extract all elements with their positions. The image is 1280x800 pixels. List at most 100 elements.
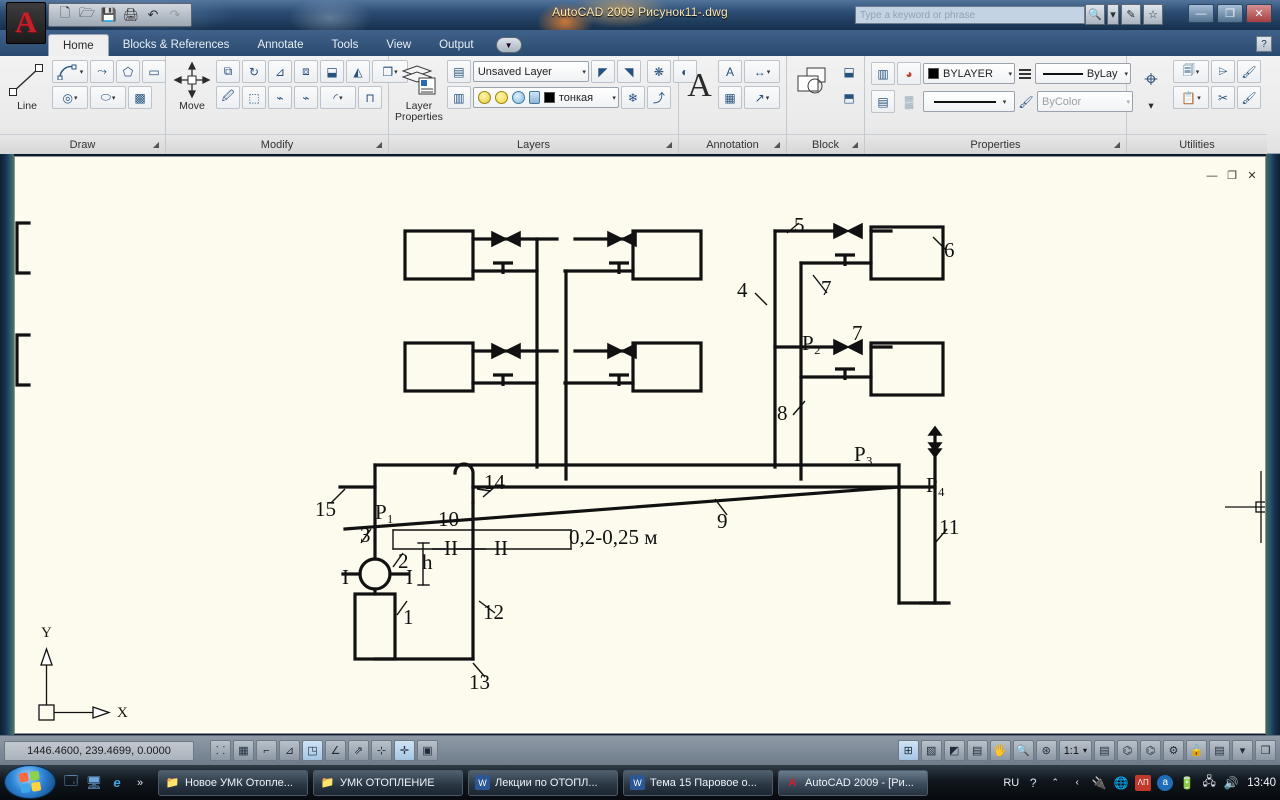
- grid-display-toggle[interactable]: ▦: [233, 740, 254, 761]
- print-icon[interactable]: 🖨: [121, 6, 141, 24]
- panel-title-layers[interactable]: Layers ◢: [389, 134, 678, 154]
- insert-block-button[interactable]: [793, 60, 833, 100]
- network-error-icon[interactable]: 🖧: [1201, 774, 1217, 791]
- sun-icon[interactable]: [494, 91, 508, 104]
- annotation-scale-combo[interactable]: 1:1 ▾: [1058, 740, 1092, 761]
- trim-icon[interactable]: ⊿: [268, 60, 292, 83]
- annotation-autoscale-icon[interactable]: ⌬: [1140, 740, 1161, 761]
- arc-icon[interactable]: ▾: [52, 60, 88, 83]
- infer-constraints-toggle[interactable]: ⸬: [210, 740, 231, 761]
- cut-icon[interactable]: ✂: [1211, 86, 1235, 109]
- internet-explorer-icon[interactable]: e: [108, 774, 126, 792]
- layer-previous-icon[interactable]: ▥: [446, 86, 471, 109]
- polar-tracking-toggle[interactable]: ◳: [302, 740, 323, 761]
- taskbar-item-word-1[interactable]: W Лекции по ОТОПЛ...: [468, 769, 618, 796]
- utilities-more-icon[interactable]: ▾: [1148, 101, 1153, 112]
- polyline-icon[interactable]: ⤳: [90, 60, 114, 83]
- object-snap-toggle[interactable]: ∠: [325, 740, 346, 761]
- chevron-down-icon[interactable]: ▾: [339, 94, 343, 102]
- ellipse-icon[interactable]: ⬭ ▾: [90, 86, 126, 109]
- linetype-combo[interactable]: ByLay ▾: [1035, 63, 1131, 84]
- table-icon[interactable]: ▦: [718, 86, 742, 109]
- zoom-icon[interactable]: 🔍: [1012, 740, 1034, 761]
- paste-special-icon[interactable]: 📋 ▾: [1173, 86, 1209, 109]
- chevron-down-icon[interactable]: ▾: [74, 94, 78, 102]
- panel-expand-icon[interactable]: ◢: [376, 140, 382, 149]
- copy-clip-icon[interactable]: 🗐 ▾: [1173, 60, 1209, 83]
- snap-mode-toggle[interactable]: ⌐: [256, 740, 277, 761]
- panel-title-draw[interactable]: Draw ◢: [0, 134, 165, 154]
- chevron-down-icon[interactable]: ▾: [1005, 70, 1012, 78]
- erase-icon[interactable]: 🖉: [216, 86, 240, 109]
- text-style-button[interactable]: A: [685, 60, 714, 112]
- chevron-down-icon[interactable]: ▾: [1000, 98, 1007, 106]
- circle-icon[interactable]: ◎ ▾: [52, 86, 88, 109]
- plotstyle-brush-icon[interactable]: 🖌: [1017, 90, 1035, 113]
- leader-icon[interactable]: ↗ ▾: [744, 86, 780, 109]
- quick-view-layouts-icon[interactable]: ▧: [920, 740, 942, 761]
- dynamic-input-toggle[interactable]: ✛: [394, 740, 415, 761]
- panel-title-utilities[interactable]: Utilities: [1127, 134, 1267, 154]
- multiline-text-icon[interactable]: A: [718, 60, 742, 83]
- panel-title-modify[interactable]: Modify ◢: [166, 134, 388, 154]
- layer-state-icon[interactable]: ▤: [446, 60, 471, 83]
- linetype-icon[interactable]: ▒: [897, 90, 921, 113]
- panel-title-block[interactable]: Block ◢: [787, 134, 864, 154]
- clock[interactable]: 13:40: [1247, 777, 1276, 789]
- workspace-icon[interactable]: ▤: [1094, 740, 1115, 761]
- quick-select-icon[interactable]: ⌲: [1211, 60, 1235, 83]
- lineweight-combo[interactable]: ▾: [923, 91, 1015, 112]
- usb-safe-remove-icon[interactable]: 🔌: [1091, 775, 1107, 791]
- panel-title-properties[interactable]: Properties ◢: [865, 134, 1126, 154]
- chevron-down-icon[interactable]: ▾: [766, 94, 770, 102]
- status-menu-icon[interactable]: ▤: [1209, 740, 1230, 761]
- explode-icon[interactable]: ⬚: [242, 86, 266, 109]
- chevron-down-icon[interactable]: ▾: [1196, 68, 1200, 76]
- status-caret-icon[interactable]: ▾: [1232, 740, 1253, 761]
- search-icon[interactable]: 🔍: [1085, 4, 1105, 25]
- dimension-icon[interactable]: ↔ ▾: [744, 60, 780, 83]
- network-tray-icon[interactable]: 🌐: [1113, 775, 1129, 791]
- rotate-icon[interactable]: ↻: [242, 60, 266, 83]
- taskbar-item-autocad[interactable]: A AutoCAD 2009 - [Ри...: [778, 769, 928, 796]
- tab-tools[interactable]: Tools: [317, 34, 372, 56]
- show-desktop-icon[interactable]: 🗔: [62, 773, 80, 792]
- favorites-star-icon[interactable]: ☆: [1143, 4, 1163, 25]
- battery-icon[interactable]: 🔋: [1179, 775, 1195, 791]
- tab-output[interactable]: Output: [425, 34, 488, 56]
- tab-blocks-references[interactable]: Blocks & References: [109, 34, 244, 56]
- scale-icon[interactable]: ⧈: [294, 60, 318, 83]
- chevron-down-icon[interactable]: ▾: [80, 68, 84, 76]
- allow-ucs-toggle[interactable]: ⊹: [371, 740, 392, 761]
- join-icon[interactable]: ⌁: [294, 86, 318, 109]
- start-button[interactable]: [4, 765, 56, 799]
- layer-merge-icon[interactable]: ⤴: [646, 86, 671, 109]
- tab-home[interactable]: Home: [48, 34, 109, 56]
- quick-view-drawings-icon[interactable]: ◩: [943, 740, 965, 761]
- minimize-button[interactable]: —: [1188, 4, 1214, 23]
- stretch-icon[interactable]: ⬓: [320, 60, 344, 83]
- layer-combo[interactable]: Unsaved Layer ▾: [472, 61, 589, 82]
- layer-freeze-icon[interactable]: ❄: [620, 86, 645, 109]
- workspace-settings-icon[interactable]: ⚙: [1163, 740, 1184, 761]
- drawing-canvas[interactable]: — ❐ ✕ 1 2 3 4 5 6 7 7 8 9 10 11 12 13 14…: [14, 156, 1266, 734]
- panel-expand-icon[interactable]: ◢: [153, 140, 159, 149]
- annotation-visibility-icon[interactable]: ⌬: [1117, 740, 1138, 761]
- layer-linewidth-combo[interactable]: тонкая ▾: [472, 87, 619, 108]
- offset-icon[interactable]: ⊓: [358, 86, 382, 109]
- tab-annotate[interactable]: Annotate: [243, 34, 317, 56]
- rectangle-icon[interactable]: ▭: [142, 60, 166, 83]
- tray-chevron-icon[interactable]: ‹: [1069, 775, 1085, 791]
- panel-expand-icon[interactable]: ◢: [1114, 140, 1120, 149]
- taskbar-item-folder-1[interactable]: 📁 Новое УМК Отопле...: [158, 769, 308, 796]
- tab-view[interactable]: View: [372, 34, 425, 56]
- measure-button[interactable]: ⌖ ▾: [1133, 60, 1169, 112]
- open-file-icon[interactable]: 🗁: [77, 5, 97, 24]
- edit-attribute-icon[interactable]: ⬒: [837, 86, 861, 109]
- make-current-icon[interactable]: ◤: [590, 60, 615, 83]
- switch-window-icon[interactable]: 🖥: [85, 774, 103, 792]
- paint-brush-icon[interactable]: 🖌: [1237, 86, 1261, 109]
- fillet-icon[interactable]: ◜ ▾: [320, 86, 356, 109]
- lineweight-toggle[interactable]: ▣: [417, 740, 438, 761]
- undo-icon[interactable]: ↶: [143, 6, 163, 24]
